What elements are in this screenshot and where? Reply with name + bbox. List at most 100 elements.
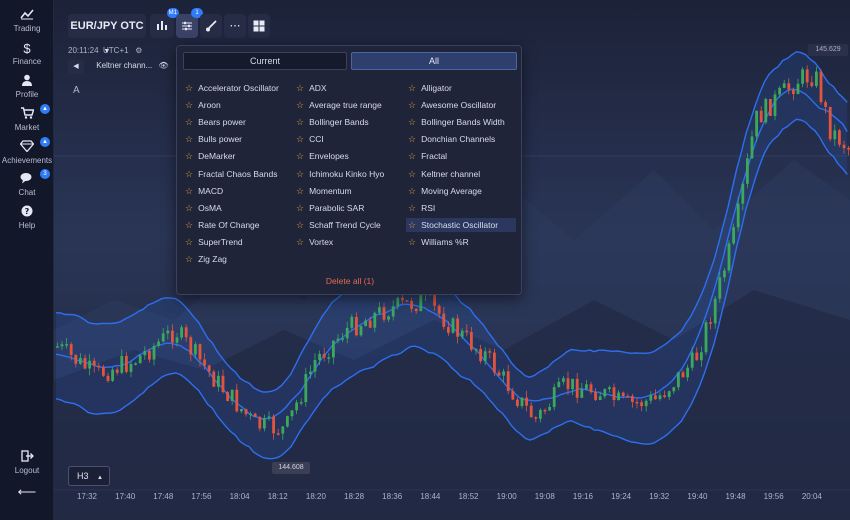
sidebar-item-chat[interactable]: 3 Chat bbox=[0, 169, 54, 197]
drawing-tools-button[interactable] bbox=[200, 14, 222, 38]
indicator-item[interactable]: ☆ Bollinger Bands bbox=[296, 115, 369, 129]
asset-selector[interactable]: EUR/JPY OTC ▼ bbox=[68, 14, 146, 55]
sidebar-item-help[interactable]: ? Help bbox=[0, 205, 54, 230]
indicator-item[interactable]: ☆ Vortex bbox=[296, 235, 333, 249]
indicator-item[interactable]: ☆ Bulls power bbox=[185, 132, 242, 146]
collapse-sidebar-button[interactable]: ⟵ bbox=[0, 484, 54, 500]
indicator-item[interactable]: ☆ Accelerator Oscillator bbox=[185, 81, 279, 95]
favorite-star-icon[interactable]: ☆ bbox=[296, 83, 304, 93]
layout-button[interactable] bbox=[248, 14, 270, 38]
indicator-item[interactable]: ☆ Bears power bbox=[185, 115, 246, 129]
chart-type-button[interactable]: M1 bbox=[150, 8, 179, 38]
indicator-item[interactable]: ☆ Zig Zag bbox=[185, 252, 227, 266]
candle-body bbox=[88, 360, 91, 369]
favorite-star-icon[interactable]: ☆ bbox=[185, 117, 193, 127]
favorite-star-icon[interactable]: ☆ bbox=[185, 186, 193, 196]
favorite-star-icon[interactable]: ☆ bbox=[185, 220, 193, 230]
favorite-star-icon[interactable]: ☆ bbox=[296, 100, 304, 110]
favorite-star-icon[interactable]: ☆ bbox=[408, 220, 416, 230]
sidebar-item-profile[interactable]: Profile bbox=[0, 74, 54, 99]
indicator-item[interactable]: ☆ Williams %R bbox=[408, 235, 469, 249]
indicator-item[interactable]: ☆ Fractal Chaos Bands bbox=[185, 167, 277, 181]
favorite-star-icon[interactable]: ☆ bbox=[408, 203, 416, 213]
chevron-up-icon: ▲ bbox=[97, 475, 103, 481]
candle-body bbox=[322, 353, 326, 358]
indicator-item[interactable]: ☆ Ichimoku Kinko Hyo bbox=[296, 167, 384, 181]
indicator-item[interactable]: ☆ Schaff Trend Cycle bbox=[296, 218, 381, 232]
indicator-item[interactable]: ☆ Fractal bbox=[408, 149, 447, 163]
more-button[interactable]: ⋯ bbox=[224, 14, 246, 38]
favorite-star-icon[interactable]: ☆ bbox=[296, 237, 304, 247]
favorite-star-icon[interactable]: ☆ bbox=[185, 254, 193, 264]
indicator-item[interactable]: ☆ CCI bbox=[296, 132, 324, 146]
favorite-star-icon[interactable]: ☆ bbox=[296, 117, 304, 127]
candle-body bbox=[732, 227, 735, 244]
indicator-item[interactable]: ☆ SuperTrend bbox=[185, 235, 243, 249]
indicator-item[interactable]: ☆ Alligator bbox=[408, 81, 452, 95]
indicator-item[interactable]: ☆ Parabolic SAR bbox=[296, 201, 364, 215]
indicator-item[interactable]: ☆ Bollinger Bands Width bbox=[408, 115, 505, 129]
favorite-star-icon[interactable]: ☆ bbox=[408, 186, 416, 196]
tab-current[interactable]: Current bbox=[183, 52, 347, 70]
indicator-item[interactable]: ☆ Momentum bbox=[296, 184, 352, 198]
favorite-star-icon[interactable]: ☆ bbox=[185, 151, 193, 161]
settings-gear-icon[interactable]: ⚙ bbox=[135, 46, 142, 55]
favorite-star-icon[interactable]: ☆ bbox=[408, 151, 416, 161]
favorite-star-icon[interactable]: ☆ bbox=[185, 169, 193, 179]
indicator-label: MACD bbox=[198, 185, 224, 196]
indicator-label: Average true range bbox=[309, 100, 382, 111]
indicator-item[interactable]: ☆ DeMarker bbox=[185, 149, 235, 163]
indicator-item[interactable]: ☆ Keltner channel bbox=[408, 167, 480, 181]
candle-body bbox=[562, 378, 565, 382]
indicator-item[interactable]: ☆ Donchian Channels bbox=[408, 132, 495, 146]
indicator-item[interactable]: ☆ MACD bbox=[185, 184, 223, 198]
indicators-button[interactable]: 1 bbox=[176, 8, 203, 38]
indicator-item[interactable]: ☆ OsMA bbox=[185, 201, 222, 215]
timeframe-selector[interactable]: H3 ▲ bbox=[68, 466, 110, 486]
sidebar-item-trading[interactable]: Trading bbox=[0, 8, 54, 33]
favorite-star-icon[interactable]: ☆ bbox=[408, 134, 416, 144]
favorite-star-icon[interactable]: ☆ bbox=[185, 134, 193, 144]
favorite-star-icon[interactable]: ☆ bbox=[296, 169, 304, 179]
sidebar-item-finance[interactable]: $ Finance bbox=[0, 41, 54, 66]
indicator-item[interactable]: ☆ Rate Of Change bbox=[185, 218, 260, 232]
indicator-item[interactable]: ☆ ADX bbox=[296, 81, 327, 95]
favorite-star-icon[interactable]: ☆ bbox=[185, 203, 193, 213]
favorite-star-icon[interactable]: ☆ bbox=[185, 237, 193, 247]
favorite-star-icon[interactable]: ☆ bbox=[408, 100, 416, 110]
favorite-star-icon[interactable]: ☆ bbox=[296, 134, 304, 144]
indicator-item[interactable]: ☆ Moving Average bbox=[408, 184, 482, 198]
favorite-star-icon[interactable]: ☆ bbox=[185, 83, 193, 93]
eye-icon[interactable]: 👁 bbox=[159, 61, 169, 70]
favorite-star-icon[interactable]: ☆ bbox=[408, 83, 416, 93]
active-indicator-label[interactable]: Keltner chann... bbox=[96, 61, 152, 70]
indicator-item[interactable]: ☆ Awesome Oscillator bbox=[408, 98, 496, 112]
favorite-star-icon[interactable]: ☆ bbox=[408, 237, 416, 247]
collapse-indicators-button[interactable]: ◀ bbox=[68, 60, 84, 74]
favorite-star-icon[interactable]: ☆ bbox=[296, 220, 304, 230]
favorite-star-icon[interactable]: ☆ bbox=[408, 117, 416, 127]
indicator-item[interactable]: ☆ Aroon bbox=[185, 98, 221, 112]
time-tick-label: 17:56 bbox=[191, 492, 212, 501]
favorite-star-icon[interactable]: ☆ bbox=[296, 203, 304, 213]
chart-area[interactable]: EUR/JPY OTC ▼ M1 1 ⋯ 20:11:24 UTC+1 ⚙ ◀ … bbox=[54, 0, 850, 520]
favorite-star-icon[interactable]: ☆ bbox=[185, 100, 193, 110]
delete-all-button[interactable]: Delete all (1) bbox=[177, 276, 523, 286]
indicator-item[interactable]: ☆ RSI bbox=[408, 201, 435, 215]
favorite-star-icon[interactable]: ☆ bbox=[408, 169, 416, 179]
timezone-label[interactable]: UTC+1 bbox=[103, 46, 129, 55]
candle-body bbox=[727, 243, 731, 271]
indicator-item[interactable]: ☆ Stochastic Oscillator bbox=[406, 217, 516, 232]
sidebar-item-achievements[interactable]: ▲ Achievements bbox=[0, 137, 54, 165]
indicator-item[interactable]: ☆ Envelopes bbox=[296, 149, 349, 163]
candle-body bbox=[667, 391, 671, 397]
candle-body bbox=[189, 337, 193, 355]
time-tick-label: 18:36 bbox=[382, 492, 403, 501]
sidebar-item-market[interactable]: ▲ Market bbox=[0, 104, 54, 132]
favorite-star-icon[interactable]: ☆ bbox=[296, 186, 304, 196]
indicator-item[interactable]: ☆ Average true range bbox=[296, 98, 382, 112]
tab-all[interactable]: All bbox=[351, 52, 517, 70]
candle bbox=[138, 354, 142, 364]
sidebar-item-logout[interactable]: Logout bbox=[0, 450, 54, 475]
favorite-star-icon[interactable]: ☆ bbox=[296, 151, 304, 161]
